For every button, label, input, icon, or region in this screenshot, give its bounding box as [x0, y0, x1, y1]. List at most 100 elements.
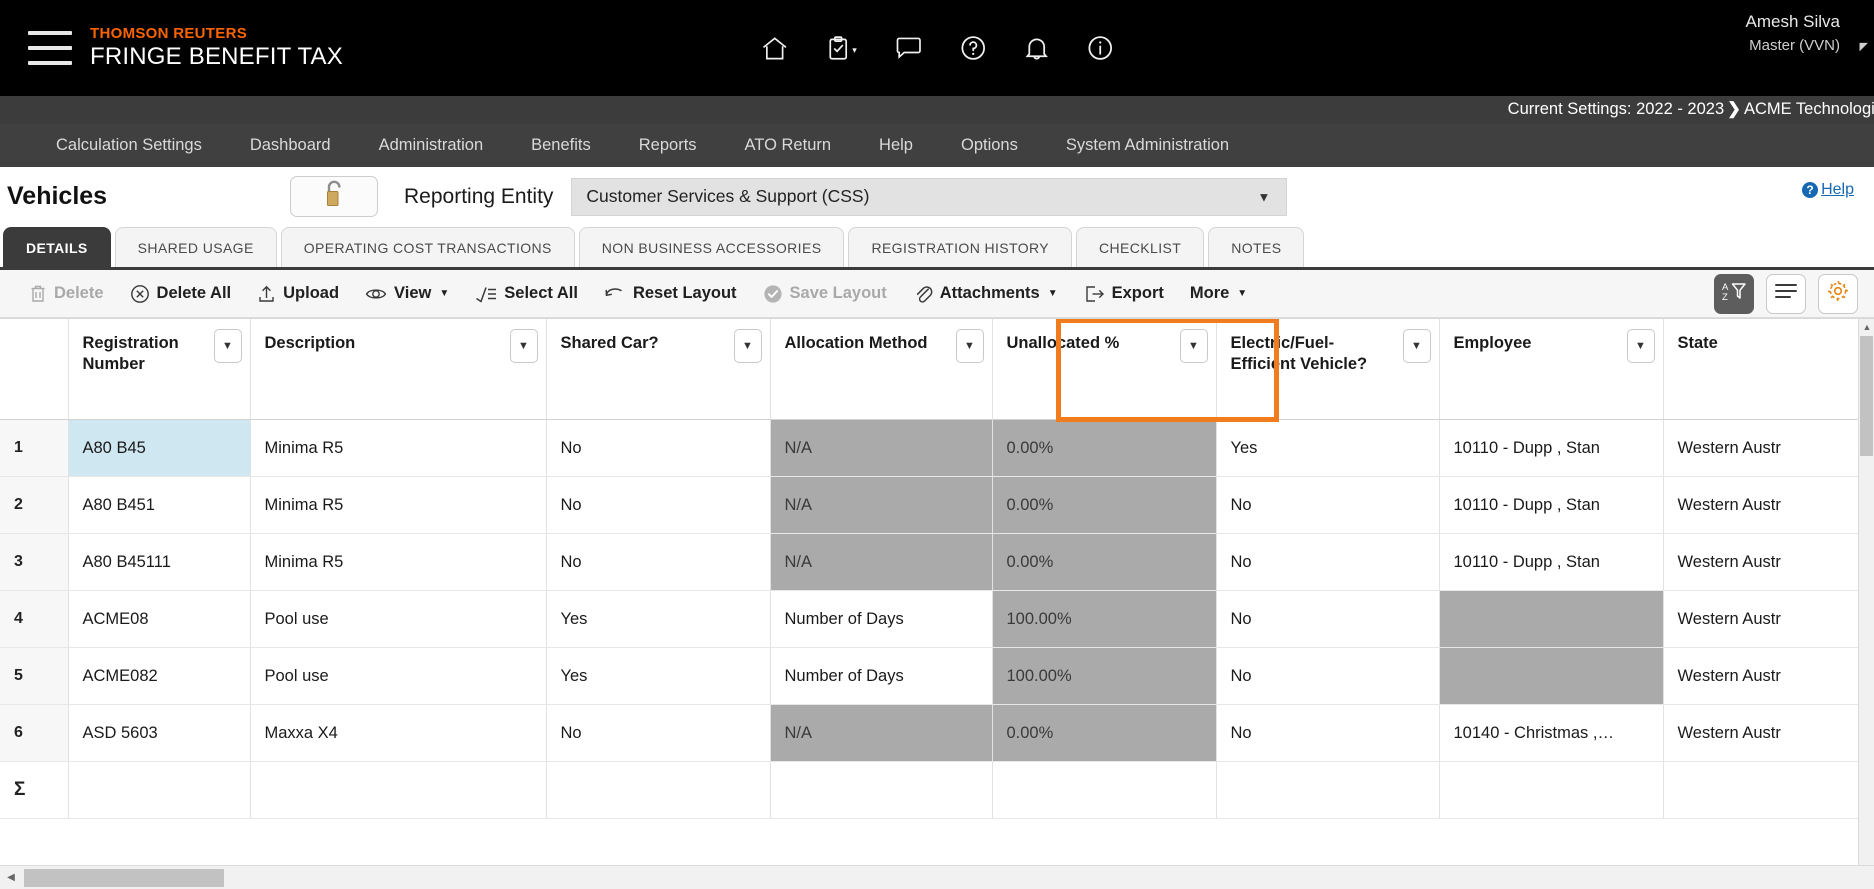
- cell-electric-fuel-efficient[interactable]: No: [1216, 647, 1440, 705]
- cell-registration-number[interactable]: ACME08: [68, 590, 251, 648]
- column-filter-dropdown-icon[interactable]: ▼: [509, 329, 538, 363]
- cell-description[interactable]: Pool use: [250, 647, 547, 705]
- column-header-description[interactable]: Description ▼: [250, 319, 547, 420]
- cell-state[interactable]: Western Austr: [1663, 419, 1859, 477]
- cell-allocation-method[interactable]: Number of Days: [770, 647, 993, 705]
- tab-shared-usage[interactable]: SHARED USAGE: [114, 227, 277, 267]
- vertical-scrollbar[interactable]: ▲ ▼: [1858, 319, 1874, 889]
- delete-button[interactable]: Delete: [16, 274, 117, 314]
- sort-filter-button[interactable]: A Z: [1714, 273, 1754, 314]
- chat-icon[interactable]: [895, 36, 922, 60]
- column-header-registration-number[interactable]: Registration Number ▼: [68, 319, 251, 420]
- cell-shared-car[interactable]: Yes: [546, 590, 771, 648]
- nav-item-benefits[interactable]: Benefits: [507, 124, 615, 167]
- select-all-button[interactable]: Select All: [462, 274, 591, 314]
- cell-electric-fuel-efficient[interactable]: No: [1216, 476, 1440, 534]
- nav-item-calculation-settings[interactable]: Calculation Settings: [32, 124, 226, 167]
- cell-employee[interactable]: 10110 - Dupp , Stan: [1439, 419, 1664, 477]
- column-header-allocation-method[interactable]: Allocation Method ▼: [770, 319, 993, 420]
- cell-description[interactable]: Minima R5: [250, 533, 547, 591]
- horizontal-scroll-thumb[interactable]: [24, 868, 224, 887]
- cell-shared-car[interactable]: No: [546, 419, 771, 477]
- help-link[interactable]: ? Help: [1802, 181, 1854, 199]
- column-header-state[interactable]: State: [1663, 319, 1859, 420]
- list-view-button[interactable]: [1766, 273, 1806, 314]
- cell-state[interactable]: Western Austr: [1663, 476, 1859, 534]
- delete-all-button[interactable]: Delete All: [117, 274, 245, 314]
- cell-registration-number[interactable]: A80 B45: [68, 419, 251, 477]
- table-row[interactable]: 6 ASD 5603 Maxxa X4 No N/A 0.00% No 1014…: [0, 704, 1859, 762]
- table-row[interactable]: 3 A80 B45111 Minima R5 No N/A 0.00% No 1…: [0, 533, 1859, 591]
- cell-description[interactable]: Maxxa X4: [250, 704, 547, 762]
- cell-employee[interactable]: 10140 - Christmas ,…: [1439, 704, 1664, 762]
- table-row[interactable]: 4 ACME08 Pool use Yes Number of Days 100…: [0, 590, 1859, 648]
- cell-shared-car[interactable]: No: [546, 533, 771, 591]
- more-button[interactable]: More ▼: [1177, 274, 1260, 314]
- tab-notes[interactable]: NOTES: [1208, 227, 1305, 267]
- column-filter-dropdown-icon[interactable]: ▼: [1402, 329, 1431, 363]
- horizontal-scrollbar[interactable]: ◀: [0, 865, 1874, 889]
- tab-checklist[interactable]: CHECKLIST: [1076, 227, 1205, 267]
- cell-shared-car[interactable]: Yes: [546, 647, 771, 705]
- scroll-up-arrow-icon[interactable]: ▲: [1859, 319, 1874, 335]
- column-header-shared-car[interactable]: Shared Car? ▼: [546, 319, 771, 420]
- cell-employee[interactable]: 10110 - Dupp , Stan: [1439, 533, 1664, 591]
- nav-item-system-administration[interactable]: System Administration: [1042, 124, 1253, 167]
- cell-registration-number[interactable]: ASD 5603: [68, 704, 251, 762]
- lock-toggle-button[interactable]: [290, 176, 378, 217]
- attachments-button[interactable]: Attachments ▼: [900, 274, 1071, 314]
- cell-electric-fuel-efficient[interactable]: Yes: [1216, 419, 1440, 477]
- table-row[interactable]: 5 ACME082 Pool use Yes Number of Days 10…: [0, 647, 1859, 705]
- column-filter-dropdown-icon[interactable]: ▼: [1626, 329, 1655, 363]
- save-layout-button[interactable]: Save Layout: [750, 274, 900, 314]
- settings-button[interactable]: [1818, 273, 1858, 314]
- cell-shared-car[interactable]: No: [546, 704, 771, 762]
- view-button[interactable]: View ▼: [352, 274, 462, 314]
- nav-item-dashboard[interactable]: Dashboard: [226, 124, 355, 167]
- tab-details[interactable]: DETAILS: [3, 227, 111, 267]
- info-icon[interactable]: [1087, 35, 1113, 61]
- hamburger-menu-icon[interactable]: [28, 31, 72, 65]
- vertical-scroll-thumb[interactable]: [1860, 336, 1873, 456]
- scroll-left-arrow-icon[interactable]: ◀: [0, 866, 22, 889]
- nav-item-options[interactable]: Options: [937, 124, 1042, 167]
- tab-operating-cost-transactions[interactable]: OPERATING COST TRANSACTIONS: [280, 227, 575, 267]
- cell-registration-number[interactable]: A80 B45111: [68, 533, 251, 591]
- reporting-entity-select[interactable]: Customer Services & Support (CSS) ▼: [571, 177, 1288, 216]
- question-icon[interactable]: [960, 35, 986, 61]
- cell-electric-fuel-efficient[interactable]: No: [1216, 533, 1440, 591]
- column-filter-dropdown-icon[interactable]: ▼: [213, 329, 242, 363]
- column-header-electric-fuel-efficient-vehicle[interactable]: Electric/Fuel-Efficient Vehicle? ▼: [1216, 319, 1440, 420]
- column-filter-dropdown-icon[interactable]: ▼: [733, 329, 762, 363]
- cell-state[interactable]: Western Austr: [1663, 647, 1859, 705]
- cell-description[interactable]: Minima R5: [250, 476, 547, 534]
- cell-allocation-method[interactable]: Number of Days: [770, 590, 993, 648]
- column-filter-dropdown-icon[interactable]: ▼: [1179, 329, 1208, 363]
- export-button[interactable]: Export: [1071, 274, 1177, 314]
- cell-state[interactable]: Western Austr: [1663, 590, 1859, 648]
- cell-registration-number[interactable]: A80 B451: [68, 476, 251, 534]
- bell-icon[interactable]: [1024, 35, 1049, 61]
- tab-non-business-accessories[interactable]: NON BUSINESS ACCESSORIES: [578, 227, 845, 267]
- table-row[interactable]: 1 A80 B45 Minima R5 No N/A 0.00% Yes 101…: [0, 419, 1859, 477]
- nav-item-help[interactable]: Help: [855, 124, 937, 167]
- table-row[interactable]: 2 A80 B451 Minima R5 No N/A 0.00% No 101…: [0, 476, 1859, 534]
- upload-button[interactable]: Upload: [244, 274, 352, 314]
- user-account-menu[interactable]: Amesh Silva Master (VVN): [1746, 10, 1840, 56]
- tasks-icon[interactable]: ▾: [826, 35, 857, 61]
- cell-description[interactable]: Pool use: [250, 590, 547, 648]
- column-filter-dropdown-icon[interactable]: ▼: [955, 329, 984, 363]
- reset-layout-button[interactable]: Reset Layout: [591, 274, 750, 314]
- cell-registration-number[interactable]: ACME082: [68, 647, 251, 705]
- column-header-unallocated-percent[interactable]: Unallocated % ▼: [992, 319, 1217, 420]
- cell-electric-fuel-efficient[interactable]: No: [1216, 704, 1440, 762]
- cell-electric-fuel-efficient[interactable]: No: [1216, 590, 1440, 648]
- cell-shared-car[interactable]: No: [546, 476, 771, 534]
- home-icon[interactable]: [761, 36, 788, 61]
- tab-registration-history[interactable]: REGISTRATION HISTORY: [848, 227, 1073, 267]
- chevron-down-icon[interactable]: ◤: [1860, 40, 1868, 53]
- nav-item-administration[interactable]: Administration: [355, 124, 508, 167]
- column-header-employee[interactable]: Employee ▼: [1439, 319, 1664, 420]
- cell-description[interactable]: Minima R5: [250, 419, 547, 477]
- cell-state[interactable]: Western Austr: [1663, 533, 1859, 591]
